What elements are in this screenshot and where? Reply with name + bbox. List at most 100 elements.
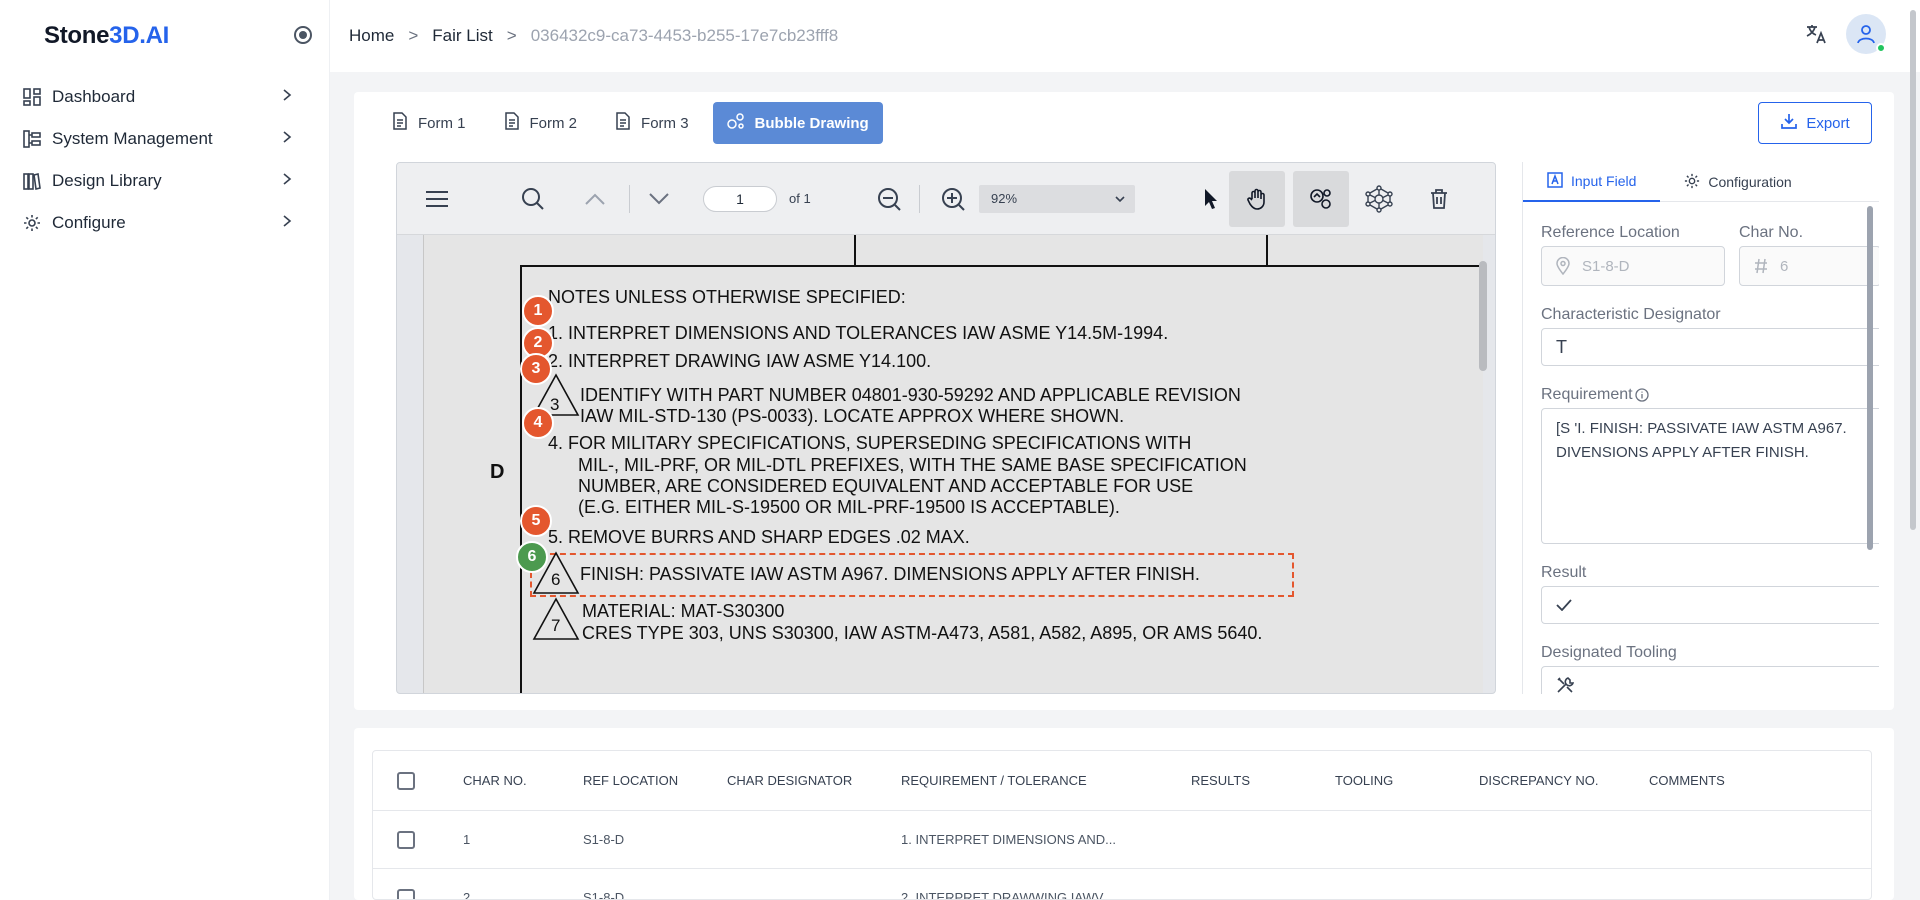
page-number-input[interactable]: 1 [703, 186, 777, 212]
tab-configuration[interactable]: Configuration [1660, 162, 1815, 202]
zoom-in-button[interactable] [935, 181, 971, 217]
panel-scrollbar-thumb[interactable] [1867, 206, 1873, 550]
find-button[interactable] [515, 181, 551, 217]
cell-char-no: 1 [463, 832, 471, 847]
panel-body: Reference Location S1-8-D Char No. 6 Cha… [1523, 202, 1879, 694]
drawing-card: Form 1 Form 2 Form 3 Bubble Drawing Expo… [354, 92, 1894, 710]
sidebar-item-dashboard[interactable]: Dashboard [22, 76, 298, 118]
org-chart-icon [22, 129, 42, 149]
table-row[interactable]: 2 S1-8-D 2. INTERPRET DRAWWING IAWV ... [373, 869, 1871, 900]
sidebar-item-label: Design Library [52, 171, 162, 190]
drawing-notes: D NOTES UNLESS OTHERWISE SPECIFIED: 1. I… [424, 235, 1484, 693]
bubble-marker-selected[interactable]: 6 [516, 541, 548, 573]
bubble-tool-icon [1310, 189, 1331, 209]
panel-tabs: Input Field Configuration [1523, 162, 1879, 202]
avatar[interactable] [1846, 14, 1886, 54]
export-button[interactable]: Export [1758, 102, 1872, 144]
characteristic-panel: Input Field Configuration Reference Loca… [1522, 162, 1879, 694]
previous-page-button[interactable] [577, 181, 613, 217]
zoom-out-button[interactable] [871, 181, 907, 217]
zoom-select[interactable]: 92% [979, 185, 1135, 213]
tab-form-1[interactable]: Form 1 [378, 102, 480, 144]
main-area: Home > Fair List > 036432c9-ca73-4453-b2… [330, 0, 1920, 900]
select-tool-button[interactable] [1193, 181, 1229, 217]
sidebar-collapse-button[interactable] [294, 26, 312, 44]
note-3-line-2: IAW MIL-STD-130 (PS-0033). LOCATE APPROX… [580, 406, 1125, 426]
trash-icon [1431, 189, 1447, 209]
note-3-line-1: IDENTIFY WITH PART NUMBER 04801-930-5929… [580, 385, 1241, 405]
column-header[interactable]: DISCREPANCY NO. [1479, 751, 1598, 810]
sidebar-nav: Dashboard System Management Design Libra… [22, 76, 298, 244]
sidebar-item-system-management[interactable]: System Management [22, 118, 298, 160]
tab-form-3[interactable]: Form 3 [601, 102, 703, 144]
column-header[interactable]: TOOLING [1335, 751, 1393, 810]
next-page-button[interactable] [641, 181, 677, 217]
note-4-line-1: 4. FOR MILITARY SPECIFICATIONS, SUPERSED… [548, 433, 1192, 453]
row-checkbox[interactable] [397, 888, 415, 899]
bubble-tool-button[interactable] [1293, 171, 1349, 227]
drawing-page[interactable]: D NOTES UNLESS OTHERWISE SPECIFIED: 1. I… [423, 235, 1484, 693]
reference-location-field[interactable]: S1-8-D [1541, 246, 1725, 286]
sidebar-item-configure[interactable]: Configure [22, 202, 298, 244]
sidebar: Stone3D.AI Dashboard System Management D… [0, 0, 330, 900]
viewer-scrollbar[interactable] [1479, 247, 1487, 693]
app-logo[interactable]: Stone3D.AI [44, 22, 169, 50]
panel-scrollbar[interactable] [1867, 206, 1873, 686]
result-field[interactable] [1541, 586, 1879, 624]
cell-char-no: 2 [463, 890, 471, 900]
hamburger-icon [426, 191, 448, 207]
logo-text: Stone [44, 22, 110, 49]
tab-bubble-drawing[interactable]: Bubble Drawing [712, 102, 883, 144]
note-2: 2. INTERPRET DRAWING IAW ASME Y14.100. [548, 351, 932, 371]
bubble-marker[interactable]: 1 [522, 295, 554, 327]
reference-location-placeholder: S1-8-D [1582, 257, 1630, 275]
drawing-frame-line [520, 265, 522, 693]
column-header[interactable]: REF LOCATION [583, 751, 678, 810]
auto-bubble-button[interactable] [1361, 181, 1397, 217]
chevron-up-icon [585, 193, 605, 205]
hash-icon [1754, 258, 1768, 274]
column-header[interactable]: CHAR DESIGNATOR [727, 751, 852, 810]
gear-icon [1684, 173, 1700, 192]
sidebar-item-design-library[interactable]: Design Library [22, 160, 298, 202]
characteristics-table-card: CHAR NO. REF LOCATION CHAR DESIGNATOR RE… [354, 728, 1894, 900]
select-all-checkbox[interactable] [397, 771, 415, 790]
table-row[interactable]: 1 S1-8-D 1. INTERPRET DIMENSIONS AND... [373, 811, 1871, 869]
tab-form-2[interactable]: Form 2 [490, 102, 592, 144]
hand-tool-button[interactable] [1229, 171, 1285, 227]
bubble-marker[interactable]: 5 [520, 505, 552, 537]
tools-icon [1556, 676, 1574, 694]
breadcrumb-fair-list[interactable]: Fair List [432, 26, 492, 46]
bubble-marker[interactable]: 4 [522, 407, 554, 439]
char-no-field[interactable]: 6 [1739, 246, 1879, 286]
export-label: Export [1806, 114, 1850, 132]
designated-tooling-field[interactable] [1541, 666, 1879, 694]
page-scrollbar-thumb[interactable] [1910, 10, 1916, 530]
characteristic-designator-field[interactable]: T [1541, 328, 1879, 366]
result-label: Result [1541, 564, 1587, 581]
viewer-scrollbar-thumb[interactable] [1479, 261, 1487, 371]
breadcrumb-home[interactable]: Home [349, 26, 394, 46]
online-status-dot [1876, 43, 1886, 53]
row-checkbox-cell [397, 811, 415, 868]
bubble-marker[interactable]: 3 [520, 353, 552, 385]
info-icon[interactable] [1635, 388, 1649, 405]
translate-icon[interactable] [1804, 22, 1828, 46]
requirement-textarea[interactable]: [S 'I. FINISH: PASSIVATE IAW ASTM A967. … [1556, 409, 1879, 543]
column-header[interactable]: COMMENTS [1649, 751, 1725, 810]
delete-button[interactable] [1421, 181, 1457, 217]
sidebar-toggle-button[interactable] [419, 181, 455, 217]
drawing-frame-line [854, 235, 856, 265]
top-actions [1804, 14, 1886, 54]
note-7-line-2: CRES TYPE 303, UNS S30300, IAW ASTM-A473… [582, 623, 1263, 643]
row-checkbox[interactable] [397, 830, 415, 849]
page-scrollbar[interactable] [1910, 10, 1916, 890]
top-bar: Home > Fair List > 036432c9-ca73-4453-b2… [330, 0, 1920, 72]
tab-label: Configuration [1708, 174, 1792, 190]
column-header[interactable]: RESULTS [1191, 751, 1250, 810]
column-header[interactable]: CHAR NO. [463, 751, 527, 810]
note-6: FINISH: PASSIVATE IAW ASTM A967. DIMENSI… [580, 564, 1200, 584]
tab-label: Form 1 [418, 114, 466, 132]
column-header[interactable]: REQUIREMENT / TOLERANCE [901, 751, 1087, 810]
tab-input-field[interactable]: Input Field [1523, 162, 1661, 202]
